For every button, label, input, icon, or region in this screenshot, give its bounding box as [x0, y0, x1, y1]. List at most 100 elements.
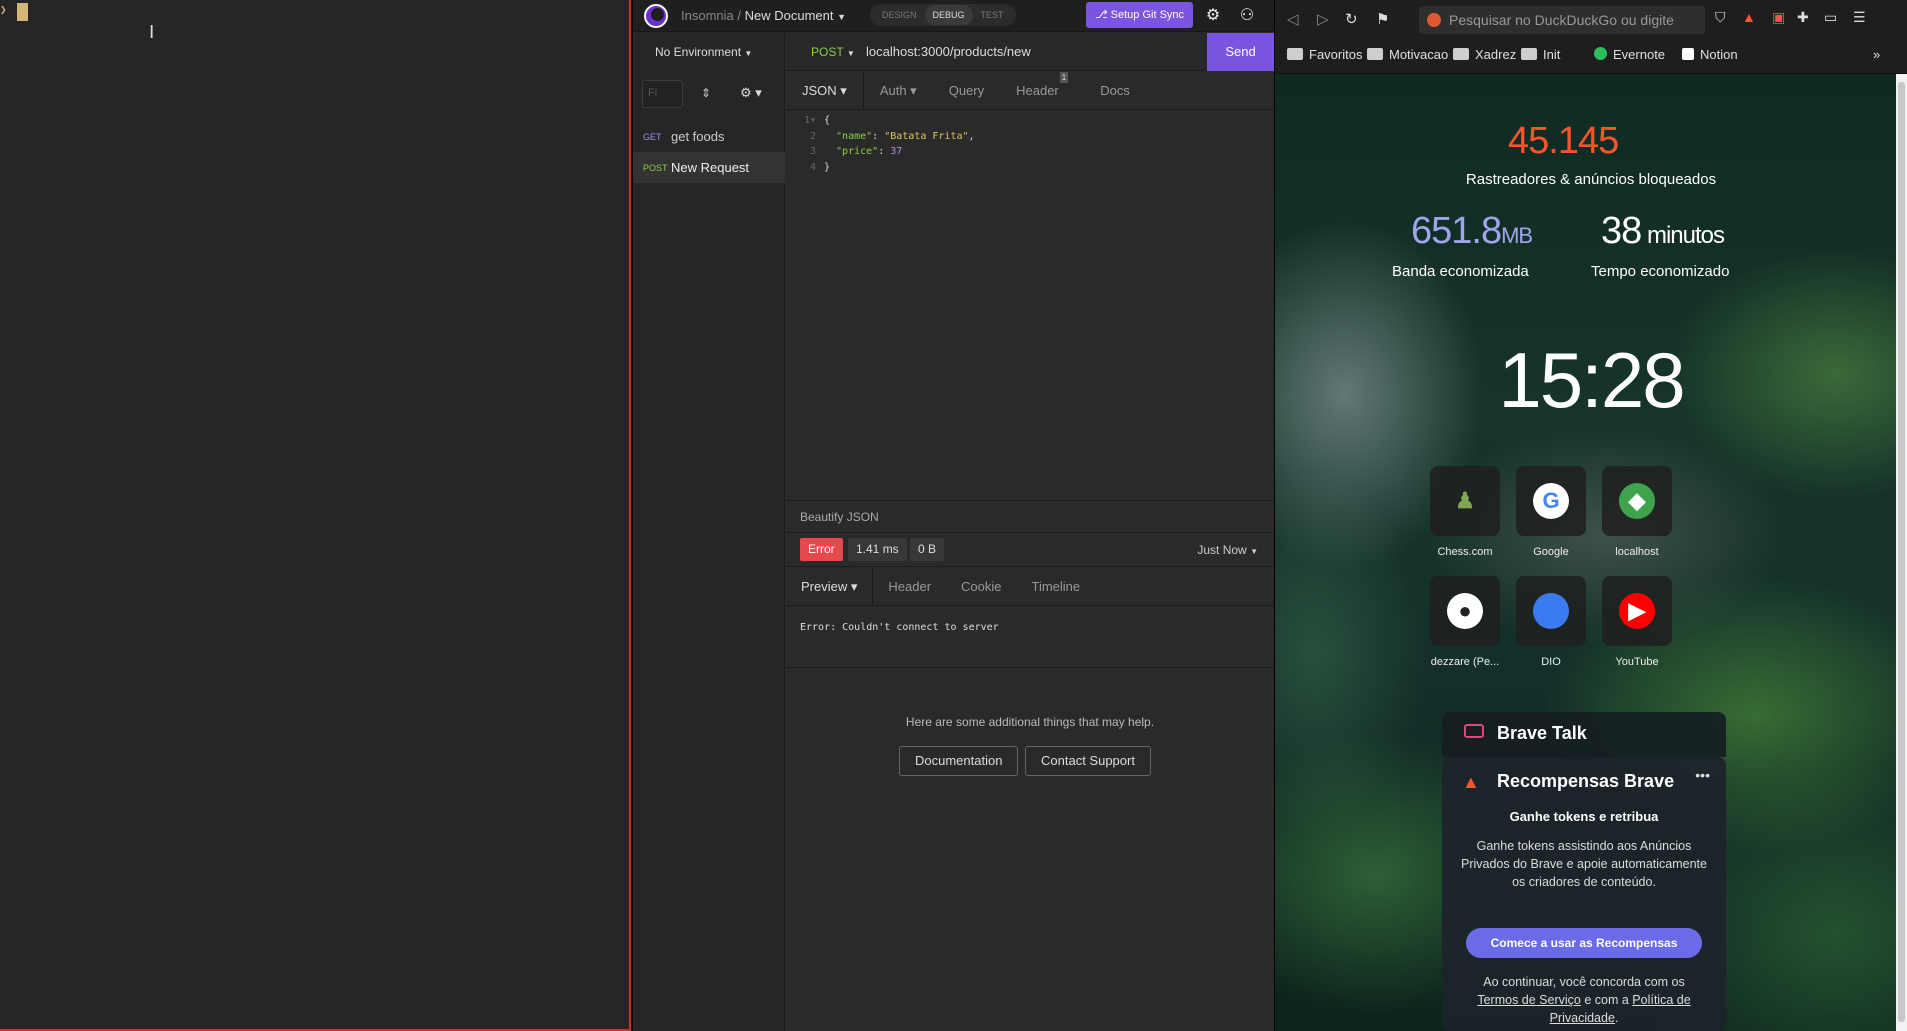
brave-shields-icon[interactable]: ⛉ [1715, 9, 1726, 26]
response-tab-header[interactable]: Header [873, 568, 946, 605]
status-badge: Error [800, 538, 843, 561]
top-site-tile[interactable] [1516, 576, 1586, 646]
reload-icon[interactable]: ↻ [1345, 10, 1358, 28]
duckduckgo-icon [1427, 13, 1441, 27]
contact-support-button[interactable]: Contact Support [1025, 746, 1151, 776]
top-site-tile[interactable]: ◆ [1602, 466, 1672, 536]
document-name[interactable]: New Document [745, 8, 834, 23]
top-site-tile[interactable]: ♟ [1430, 466, 1500, 536]
top-site-tile[interactable]: G [1516, 466, 1586, 536]
top-site-label[interactable]: dezzare (Pe... [1420, 656, 1510, 668]
mode-design[interactable]: DESIGN [874, 5, 925, 25]
brave-talk-card[interactable]: Brave Talk [1442, 712, 1726, 757]
bookmark-notion[interactable]: Notion [1682, 47, 1738, 62]
address-bar[interactable]: Pesquisar no DuckDuckGo ou digite [1419, 6, 1705, 34]
dio-icon [1533, 593, 1569, 629]
tab-auth[interactable]: Auth ▾ [864, 72, 933, 109]
extensions-icon[interactable]: ✚ [1797, 9, 1809, 26]
environment-label: No Environment [655, 45, 742, 59]
menu-icon[interactable]: ☰ [1853, 9, 1866, 26]
bookmark-motivacao[interactable]: Motivacao [1367, 47, 1448, 62]
tab-json[interactable]: JSON ▾ [786, 72, 864, 109]
code-token: "Batata Frita" [884, 130, 969, 142]
top-site-tile[interactable]: ● [1430, 576, 1500, 646]
desktop: ❯ I Insomnia / New Document ▼ DESIGN DEB… [0, 0, 1907, 1031]
code-token: 37 [890, 146, 903, 157]
rewards-card: ▲ Recompensas Brave ••• Ganhe tokens e r… [1442, 757, 1726, 1031]
url-input[interactable]: localhost:3000/products/new [866, 44, 1031, 59]
top-site-label[interactable]: Chess.com [1420, 546, 1510, 558]
send-button[interactable]: Send [1207, 33, 1274, 71]
google-icon: G [1533, 483, 1569, 519]
bookmark-evernote[interactable]: Evernote [1594, 47, 1665, 62]
help-text: Here are some additional things that may… [905, 715, 1155, 729]
pdf-extension-icon[interactable]: ▣ [1772, 9, 1785, 26]
response-tab-preview[interactable]: Preview ▾ [786, 568, 874, 605]
bandwidth-saved: 651.8MB [1411, 210, 1533, 252]
brave-rewards-icon: ▲ [1462, 772, 1480, 792]
nav-row: ◁ ▷ ↻ ⚑ Pesquisar no DuckDuckGo ou digit… [1275, 0, 1907, 40]
bookmark-icon[interactable]: ⚑ [1376, 10, 1389, 28]
sort-icon[interactable]: ⇕ [701, 86, 711, 100]
request-tabs: JSON ▾ Auth ▾ Query Header1 Docs [786, 72, 1274, 110]
line-number: 3 [809, 146, 816, 157]
add-menu-gear-icon[interactable]: ⚙ ▾ [740, 85, 762, 101]
back-icon[interactable]: ◁ [1287, 10, 1299, 28]
brave-rewards-icon[interactable]: ▲ [1742, 9, 1756, 25]
app-name[interactable]: Insomnia [681, 8, 734, 23]
tab-query[interactable]: Query [933, 72, 1000, 109]
wallet-icon[interactable]: ▭ [1824, 9, 1837, 26]
scrollbar[interactable] [1896, 74, 1907, 1031]
bookmark-favoritos[interactable]: Favoritos [1287, 47, 1362, 62]
start-rewards-button[interactable]: Comece a usar as Recompensas [1466, 928, 1702, 958]
top-site-tile[interactable]: ▶ [1602, 576, 1672, 646]
folder-icon [1521, 48, 1537, 60]
chevron-down-icon: ▾ [906, 83, 917, 98]
time-saved: 38 minutos [1601, 210, 1725, 252]
method-select[interactable]: POST ▼ [811, 45, 855, 59]
more-options-icon[interactable]: ••• [1695, 767, 1710, 783]
setup-git-sync-button[interactable]: ⎇ Setup Git Sync [1086, 2, 1193, 28]
more-bookmarks-icon[interactable]: » [1873, 47, 1880, 62]
forward-icon[interactable]: ▷ [1317, 10, 1329, 28]
beautify-json-button[interactable]: Beautify JSON [786, 500, 1274, 533]
chevron-down-icon[interactable]: ▼ [837, 12, 846, 22]
top-site-label[interactable]: YouTube [1592, 656, 1682, 668]
bookmark-init[interactable]: Init [1521, 47, 1560, 62]
line-number: 1▾ [803, 115, 816, 126]
tab-header[interactable]: Header1 [1000, 72, 1084, 109]
request-name: New Request [671, 160, 750, 175]
terms-link[interactable]: Termos de Serviço [1477, 993, 1581, 1007]
bookmark-xadrez[interactable]: Xadrez [1453, 47, 1516, 62]
method-badge: POST [643, 162, 668, 173]
response-tab-cookie[interactable]: Cookie [946, 568, 1016, 605]
account-icon[interactable]: ⚇ [1237, 6, 1257, 26]
response-tab-timeline[interactable]: Timeline [1017, 568, 1096, 605]
json-editor[interactable]: 1▾{2 "name": "Batata Frita", 3 "price": 3… [786, 113, 1274, 175]
top-site-label[interactable]: localhost [1592, 546, 1682, 558]
tab-docs[interactable]: Docs [1084, 72, 1146, 109]
top-site-label[interactable]: Google [1506, 546, 1596, 558]
rewards-footer: Ao continuar, você concorda com os Termo… [1477, 975, 1691, 1025]
environment-select[interactable]: No Environment ▼ [655, 45, 752, 59]
response-size: 0 B [910, 538, 945, 561]
documentation-button[interactable]: Documentation [899, 746, 1019, 776]
code-token: , [968, 130, 975, 142]
mode-test[interactable]: TEST [973, 5, 1012, 25]
filter-input[interactable]: Fi [642, 80, 683, 108]
request-item-get-foods[interactable]: GET get foods [633, 121, 785, 152]
method-badge: GET [643, 131, 662, 142]
address-input[interactable]: Pesquisar no DuckDuckGo ou digite [1449, 12, 1699, 28]
history-dropdown[interactable]: Just Now ▼ [1197, 543, 1258, 557]
scrollbar-thumb[interactable] [1898, 82, 1905, 1022]
chevron-down-icon: ▾ [847, 579, 858, 594]
request-item-new-request[interactable]: POST New Request [633, 152, 785, 183]
gear-icon[interactable]: ⚙ [1203, 6, 1223, 26]
terminal-pane[interactable]: ❯ I [0, 0, 631, 1031]
insomnia-logo-icon[interactable] [644, 4, 668, 28]
top-site-label[interactable]: DIO [1506, 656, 1596, 668]
code-line: 1▾ { [786, 113, 1274, 129]
rewards-subtitle: Ganhe tokens e retribua [1509, 809, 1659, 824]
mode-debug[interactable]: DEBUG [924, 5, 973, 25]
text-cursor-icon: I [149, 22, 155, 43]
